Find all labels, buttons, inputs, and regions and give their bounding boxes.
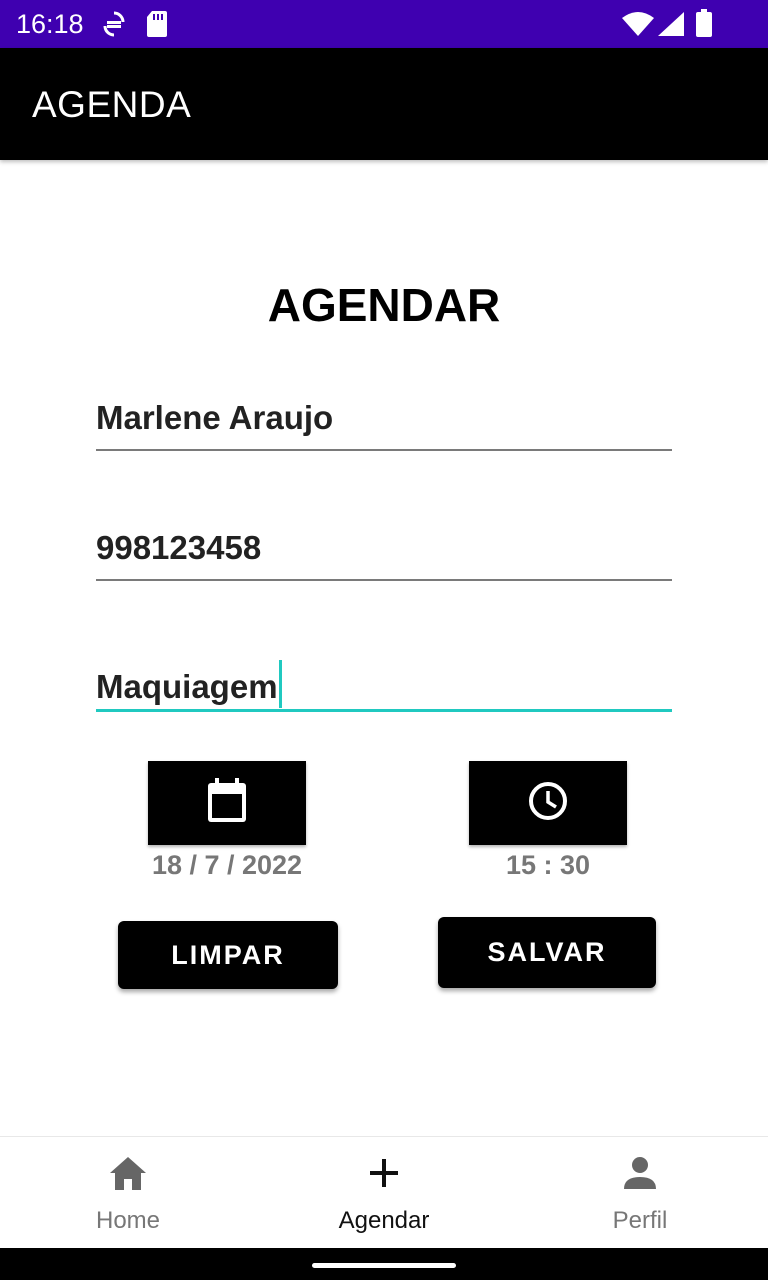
name-field[interactable]: Marlene Araujo xyxy=(96,391,672,451)
app-bar: AGENDA xyxy=(0,48,768,160)
time-picker-button[interactable] xyxy=(469,761,627,845)
calendar-icon xyxy=(206,777,248,829)
clear-button[interactable]: LIMPAR xyxy=(118,921,338,989)
person-icon xyxy=(622,1155,658,1196)
name-field-value: Marlene Araujo xyxy=(96,399,334,436)
signal-icon xyxy=(658,12,684,41)
phone-field[interactable]: 998123458 xyxy=(96,521,672,581)
date-value: 18 / 7 / 2022 xyxy=(151,850,303,880)
nav-label-perfil: Perfil xyxy=(612,1207,668,1234)
service-field-value: Maquiagem xyxy=(96,668,278,705)
nav-item-perfil[interactable]: Perfil xyxy=(512,1137,768,1249)
nav-label-home: Home xyxy=(95,1207,161,1234)
home-gesture-handle[interactable] xyxy=(312,1263,456,1268)
clock-icon xyxy=(527,780,569,827)
wifi-icon xyxy=(622,12,654,41)
page-heading: AGENDAR xyxy=(267,279,501,331)
nav-label-agendar: Agendar xyxy=(338,1207,430,1234)
gesture-bar xyxy=(0,1248,768,1280)
service-field[interactable]: Maquiagem xyxy=(96,652,672,712)
service-field-value-wrap: Maquiagem xyxy=(96,660,282,708)
battery-icon xyxy=(696,9,712,42)
phone-field-value: 998123458 xyxy=(96,529,262,566)
date-picker-button[interactable] xyxy=(148,761,306,845)
app-title: AGENDA xyxy=(32,84,192,125)
text-cursor xyxy=(278,660,282,708)
time-value: 15 : 30 xyxy=(505,850,591,880)
plus-icon xyxy=(366,1155,402,1196)
save-button[interactable]: SALVAR xyxy=(438,917,656,988)
sync-icon xyxy=(102,10,126,43)
status-time: 16:18 xyxy=(16,9,84,39)
status-bar: 16:18 xyxy=(0,0,768,48)
bottom-nav: Home Agendar Perfil xyxy=(0,1136,768,1248)
nav-item-home[interactable]: Home xyxy=(0,1137,256,1249)
sd-card-icon xyxy=(146,10,168,43)
nav-item-agendar[interactable]: Agendar xyxy=(256,1137,512,1249)
home-icon xyxy=(108,1155,148,1196)
